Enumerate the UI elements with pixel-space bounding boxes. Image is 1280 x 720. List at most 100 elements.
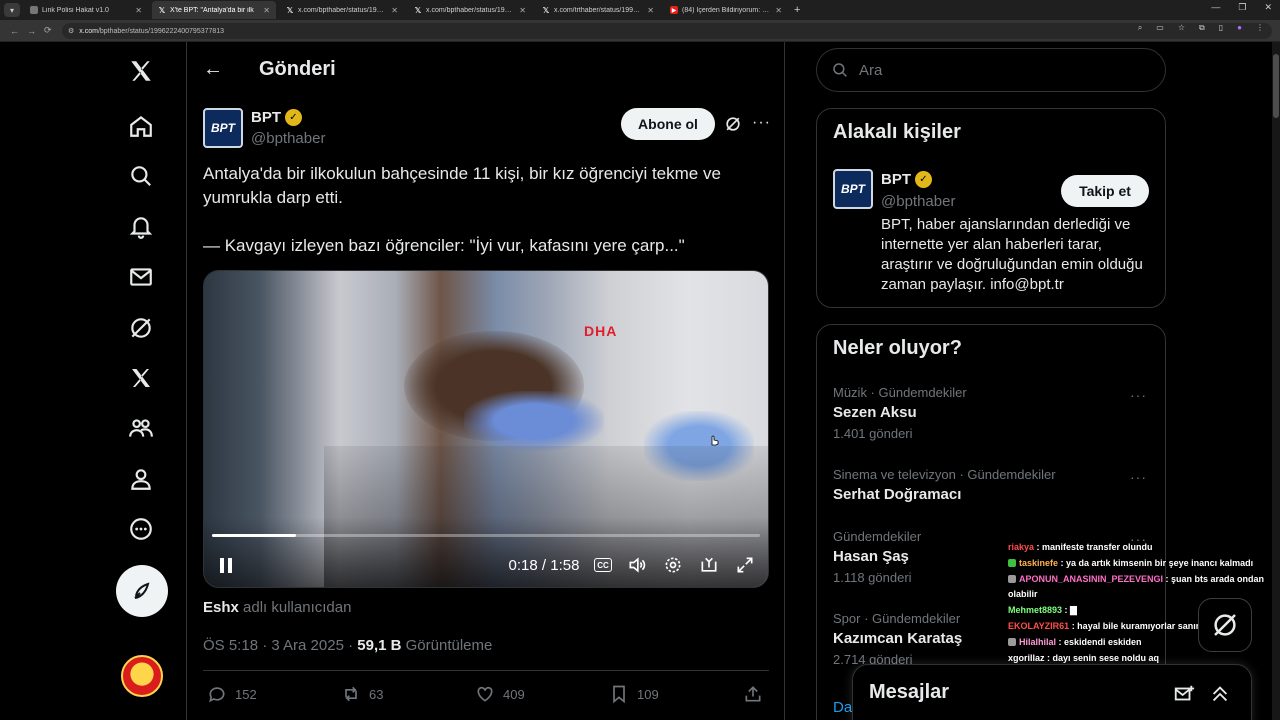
close-window-icon[interactable]: ✕ bbox=[1264, 2, 1272, 13]
explore-search-icon[interactable] bbox=[128, 163, 154, 189]
share-button[interactable] bbox=[743, 684, 763, 704]
page-scrollbar[interactable] bbox=[1272, 42, 1280, 720]
address-bar[interactable]: ⚙ x.com/bpthaber/status/1996222400795377… bbox=[62, 23, 1272, 39]
repost-button[interactable]: 63 bbox=[341, 684, 383, 704]
close-tab-icon[interactable]: ✕ bbox=[519, 6, 526, 15]
show-more-link[interactable]: Da bbox=[833, 699, 852, 716]
scrollbar-thumb[interactable] bbox=[1273, 54, 1279, 118]
related-bio: BPT, haber ajanslarından derlediği ve in… bbox=[881, 216, 1143, 293]
chat-username: riakya bbox=[1008, 542, 1035, 552]
profile-icon[interactable]: ● bbox=[1237, 23, 1242, 33]
post-timestamp[interactable]: ÖS 5:18 · 3 Ara 2025 · bbox=[203, 637, 357, 654]
related-handle[interactable]: @bpthaber bbox=[881, 193, 955, 210]
page-title: Gönderi bbox=[259, 58, 336, 80]
restore-icon[interactable]: ❐ bbox=[1238, 2, 1246, 13]
x-favicon-icon: 𝕏 bbox=[542, 5, 550, 15]
author-name-row[interactable]: BPT ✓ bbox=[251, 109, 302, 126]
browser-menu-icon[interactable]: ⋮ bbox=[1256, 23, 1264, 33]
messages-title: Mesajlar bbox=[869, 681, 950, 703]
picture-in-picture-icon[interactable] bbox=[698, 554, 720, 576]
captions-icon[interactable]: CC bbox=[594, 558, 612, 572]
chat-text: : dayı senin sese noldu aq bbox=[1044, 652, 1160, 663]
trend-more-icon[interactable]: ··· bbox=[1130, 469, 1147, 485]
home-icon[interactable] bbox=[128, 113, 154, 139]
new-message-icon[interactable] bbox=[1173, 683, 1195, 705]
bookmark-button[interactable]: 109 bbox=[609, 684, 659, 704]
tab-title: x.com/trthaber/status/199592 bbox=[554, 6, 644, 14]
forward-nav-icon[interactable]: → bbox=[27, 26, 36, 36]
cast-icon[interactable]: ▭ bbox=[1156, 23, 1164, 33]
compose-post-button[interactable] bbox=[116, 565, 168, 617]
tab-title: x.com/bpthaber/status/199618 bbox=[426, 6, 516, 14]
video-progress-bar[interactable] bbox=[212, 534, 760, 537]
video-progress-fill bbox=[212, 534, 296, 537]
grok-explain-icon[interactable] bbox=[723, 114, 743, 134]
volume-icon[interactable] bbox=[626, 554, 648, 576]
related-avatar[interactable]: BPT bbox=[833, 169, 873, 209]
author-handle[interactable]: @bpthaber bbox=[251, 130, 325, 147]
zoom-icon[interactable]: ⌕ bbox=[1138, 23, 1142, 33]
post-header: ← Gönderi bbox=[187, 42, 784, 98]
site-info-icon[interactable]: ⚙ bbox=[68, 27, 74, 35]
search-input[interactable]: Ara bbox=[816, 48, 1166, 92]
trend-item[interactable]: Sinema ve televizyon · Gündemdekiler Ser… bbox=[833, 467, 1153, 503]
post-more-icon[interactable]: ··· bbox=[752, 114, 771, 132]
close-tab-icon[interactable]: ✕ bbox=[391, 6, 398, 15]
close-tab-icon[interactable]: ✕ bbox=[775, 6, 782, 15]
close-tab-icon[interactable]: ✕ bbox=[135, 6, 142, 15]
reply-button[interactable]: 152 bbox=[207, 684, 257, 704]
browser-tab[interactable]: 𝕏x.com/bpthaber/status/199622 ✕ bbox=[280, 1, 404, 19]
like-button[interactable]: 409 bbox=[475, 684, 525, 704]
account-avatar[interactable] bbox=[121, 655, 163, 697]
video-settings-gear-icon[interactable] bbox=[662, 554, 684, 576]
messages-drawer[interactable]: Mesajlar bbox=[852, 664, 1252, 720]
communities-icon[interactable] bbox=[128, 415, 154, 441]
trend-more-icon[interactable]: ··· bbox=[1130, 387, 1147, 403]
chat-message: taskinefe : ya da artık kimsenin bir şey… bbox=[1008, 556, 1280, 572]
expand-chevrons-icon[interactable] bbox=[1209, 683, 1231, 705]
sidebar-icon[interactable]: ▯ bbox=[1219, 23, 1223, 33]
trend-item[interactable]: Müzik · Gündemdekiler Sezen Aksu 1.401 g… bbox=[833, 385, 1153, 441]
subscribe-button[interactable]: Abone ol bbox=[621, 108, 715, 140]
related-name: BPT bbox=[881, 171, 911, 188]
url-host: x.com bbox=[79, 27, 98, 35]
reload-icon[interactable]: ⟳ bbox=[44, 25, 52, 36]
browser-tab[interactable]: Link Polisi Hakat v1.0 ✕ bbox=[24, 1, 148, 19]
close-tab-icon[interactable]: ✕ bbox=[647, 6, 654, 15]
bookmark-star-icon[interactable]: ☆ bbox=[1178, 23, 1185, 33]
video-player[interactable]: DHA 0:18 / 1:58 CC bbox=[203, 270, 769, 588]
tab-search-icon[interactable]: ▾ bbox=[4, 3, 20, 17]
related-name-row[interactable]: BPT ✓ bbox=[881, 171, 932, 188]
back-arrow-icon[interactable]: ← bbox=[203, 58, 223, 81]
grok-floating-button[interactable] bbox=[1198, 598, 1252, 652]
browser-tab[interactable]: 𝕏x.com/trthaber/status/199592 ✕ bbox=[536, 1, 660, 19]
x-favicon-icon: 𝕏 bbox=[414, 5, 422, 15]
back-nav-icon[interactable]: ← bbox=[10, 26, 19, 36]
close-tab-icon[interactable]: ✕ bbox=[263, 6, 270, 15]
minimize-icon[interactable]: — bbox=[1211, 2, 1220, 13]
fullscreen-icon[interactable] bbox=[734, 554, 756, 576]
reply-bubble-icon bbox=[209, 687, 225, 703]
attribution-user[interactable]: Eshx bbox=[203, 599, 239, 616]
messages-mail-icon[interactable] bbox=[128, 264, 154, 290]
browser-tab[interactable]: ▶ (84) İçerden Bildiriyorum: Cast ✕ bbox=[664, 1, 788, 19]
tab-title: X'te BPT: "Antalya'da bir ilk bbox=[170, 6, 254, 14]
author-avatar[interactable]: BPT bbox=[203, 108, 243, 148]
more-options-icon[interactable] bbox=[128, 516, 154, 542]
new-tab-icon[interactable]: + bbox=[794, 4, 800, 16]
chat-badge-icon bbox=[1008, 575, 1016, 584]
browser-tab[interactable]: 𝕏x.com/bpthaber/status/199618 ✕ bbox=[408, 1, 532, 19]
grok-icon[interactable] bbox=[128, 315, 154, 341]
extensions-icon[interactable]: ⧉ bbox=[1199, 23, 1205, 33]
post-text-paragraph-1: Antalya'da bir ilkokulun bahçesinde 11 k… bbox=[203, 164, 721, 207]
x-logo-icon[interactable] bbox=[128, 58, 154, 84]
browser-tab[interactable]: 𝕏 X'te BPT: "Antalya'da bir ilk ✕ bbox=[152, 1, 276, 19]
profile-user-icon[interactable] bbox=[128, 466, 154, 492]
heart-icon bbox=[477, 686, 493, 702]
follow-button[interactable]: Takip et bbox=[1061, 175, 1149, 207]
premium-x-icon[interactable] bbox=[128, 365, 154, 391]
pause-button[interactable] bbox=[216, 554, 236, 576]
notifications-bell-icon[interactable] bbox=[128, 214, 154, 240]
chat-username: EKOLAYZIR61 bbox=[1008, 620, 1070, 631]
trend-category: Müzik · Gündemdekiler bbox=[833, 385, 967, 400]
